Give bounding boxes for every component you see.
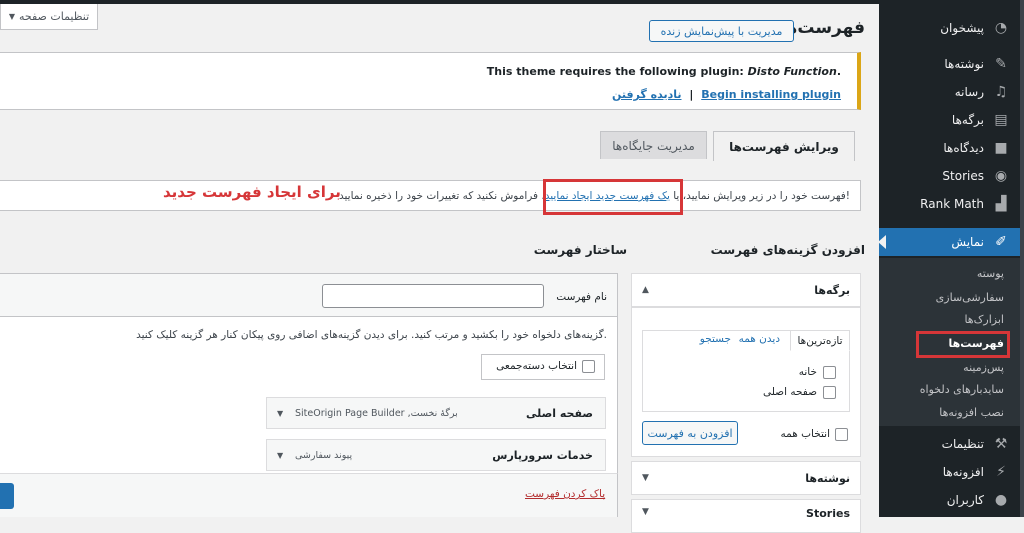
- sidebar-item-plugins[interactable]: ⚡ افزونه‌ها: [879, 458, 1024, 486]
- menu-item[interactable]: خدمات سرورپارس پیوند سفارشی ▼: [266, 439, 606, 471]
- tab-search[interactable]: جستجو: [700, 333, 731, 345]
- delete-menu-link[interactable]: پاک کردن فهرست: [525, 488, 605, 500]
- menu-item-title: خدمات سرورپارس: [492, 449, 593, 462]
- sidebar-item-appearance[interactable]: ✐ نمایش: [878, 228, 1024, 256]
- plugin-name: Disto Function: [747, 65, 837, 78]
- sidebar-item-posts[interactable]: ✎ نوشته‌ها: [879, 50, 1024, 78]
- page-item-checkbox[interactable]: [823, 386, 836, 399]
- select-all-label: انتخاب همه: [780, 428, 830, 440]
- menu-item-title: صفحه اصلی: [526, 407, 593, 420]
- submenu-customize[interactable]: سفارشی‌سازی: [879, 286, 1024, 308]
- menu-item[interactable]: صفحه اصلی SiteOrigin Page Builder ,برگهٔ…: [266, 397, 606, 429]
- manage-menus-bar: فهرست خود را در زیر ویرایش نمایید، یا یک…: [0, 180, 861, 211]
- highlight-create-link: [543, 179, 683, 215]
- submenu-widgets[interactable]: ابزارک‌ها: [879, 308, 1024, 330]
- sidebar-item-stories[interactable]: ◉ Stories: [879, 162, 1024, 190]
- sidebar-item-pages[interactable]: ▤ برگه‌ها: [879, 106, 1024, 134]
- pages-section-body: تازه‌ترین‌ها دیدن همه جستجو خانه صفحه اص…: [631, 307, 861, 457]
- tab-view-all[interactable]: دیدن همه: [739, 333, 780, 345]
- bulk-select-label: انتخاب دسته‌جمعی: [496, 360, 577, 372]
- page-item-label: صفحه اصلی: [762, 386, 817, 398]
- menu-instructions: گزینه‌های دلخواه خود را بکشید و مرتب کنی…: [136, 329, 607, 341]
- pages-section-header[interactable]: برگه‌ها ▲: [631, 273, 861, 307]
- plugin-icon: ⚡: [996, 464, 1006, 480]
- plugin-notice: This theme requires the following plugin…: [0, 52, 861, 110]
- menu-item-type: پیوند سفارشی: [295, 450, 353, 461]
- tab-recent[interactable]: تازه‌ترین‌ها: [790, 330, 850, 351]
- menu-structure-heading: ساختار فهرست: [533, 243, 627, 257]
- menu-name-input[interactable]: [322, 284, 544, 308]
- pin-icon: ✎: [995, 56, 1007, 72]
- page-item-label: خانه: [798, 366, 817, 378]
- begin-installing-link[interactable]: Begin installing plugin: [701, 88, 841, 101]
- posts-section-header[interactable]: نوشته‌ها ▼: [631, 461, 861, 495]
- add-menu-items-heading: افزودن گزینه‌های فهرست: [710, 243, 865, 257]
- menu-header-panel: نام فهرست: [0, 273, 618, 317]
- chevron-up-icon: ▲: [642, 285, 649, 295]
- annotation-label: برای ایجاد فهرست جدید: [163, 183, 341, 201]
- sidebar-item-dashboard[interactable]: ◔ پیشخوان: [879, 14, 1024, 42]
- sidebar-item-users[interactable]: ● کاربران: [879, 486, 1024, 514]
- stories-icon: ◉: [994, 168, 1008, 184]
- screen-options-button[interactable]: ▼ تنظیمات صفحه: [0, 4, 98, 30]
- chart-icon: ▟: [995, 196, 1007, 212]
- stories-section-header[interactable]: Stories ▼: [631, 499, 861, 533]
- comment-icon: ■: [994, 140, 1008, 156]
- bulk-select-checkbox[interactable]: [582, 360, 595, 373]
- user-icon: ●: [994, 492, 1008, 508]
- link-separator: |: [689, 88, 694, 101]
- menu-footer-bar: پاک کردن فهرست: [0, 473, 618, 517]
- menu-name-label: نام فهرست: [556, 291, 607, 303]
- submenu-install-plugins[interactable]: نصب افزونه‌ها: [879, 401, 1024, 423]
- chevron-down-icon: ▼: [642, 507, 649, 517]
- dashboard-icon: ◔: [994, 20, 1008, 36]
- manage-live-preview-button[interactable]: مدیریت با پیش‌نمایش زنده: [649, 20, 794, 42]
- sidebar-item-rank-math[interactable]: ▟ Rank Math: [879, 190, 1024, 218]
- wrench-icon: ⚒: [994, 436, 1008, 452]
- submenu-background[interactable]: پس‌زمینه: [879, 356, 1024, 378]
- chevron-down-icon[interactable]: ▼: [277, 451, 283, 460]
- sidebar-item-comments[interactable]: ■ دیدگاه‌ها: [879, 134, 1024, 162]
- window-scrollbar[interactable]: [1020, 0, 1024, 517]
- tab-edit-menus[interactable]: ویرایش فهرست‌ها: [713, 131, 855, 161]
- sidebar-item-media[interactable]: ♫ رسانه: [879, 78, 1024, 106]
- brush-icon: ✐: [995, 234, 1007, 250]
- menu-item-type: SiteOrigin Page Builder ,برگهٔ نخست: [295, 408, 458, 419]
- page-item-checkbox[interactable]: [823, 366, 836, 379]
- add-to-menu-button[interactable]: افزودن به فهرست: [642, 421, 738, 445]
- submenu-custom-sidebars[interactable]: ساید‌بارهای دلخواه: [879, 378, 1024, 400]
- save-menu-button[interactable]: [0, 483, 14, 509]
- screen-options-label: تنظیمات صفحه: [18, 10, 90, 23]
- tab-manage-locations[interactable]: مدیریت جایگاه‌ها: [600, 131, 707, 159]
- highlight-menus-item: [916, 331, 1010, 358]
- chevron-down-icon: ▼: [8, 12, 15, 21]
- media-icon: ♫: [994, 84, 1008, 100]
- notice-text: This theme requires the following plugin…: [486, 65, 841, 78]
- chevron-down-icon: ▼: [642, 473, 649, 483]
- admin-bar: [0, 0, 879, 4]
- dismiss-link[interactable]: نادیده گرفتن: [612, 88, 682, 101]
- admin-sidebar: ◔ پیشخوان ✎ نوشته‌ها ♫ رسانه ▤ برگه‌ها ■ دیدگ…: [878, 0, 1024, 517]
- page-icon: ▤: [994, 112, 1008, 128]
- sidebar-item-settings[interactable]: ⚒ تنظیمات: [879, 430, 1024, 458]
- chevron-down-icon[interactable]: ▼: [277, 409, 283, 418]
- select-all-checkbox[interactable]: [835, 428, 848, 441]
- submenu-themes[interactable]: پوسته: [879, 262, 1024, 284]
